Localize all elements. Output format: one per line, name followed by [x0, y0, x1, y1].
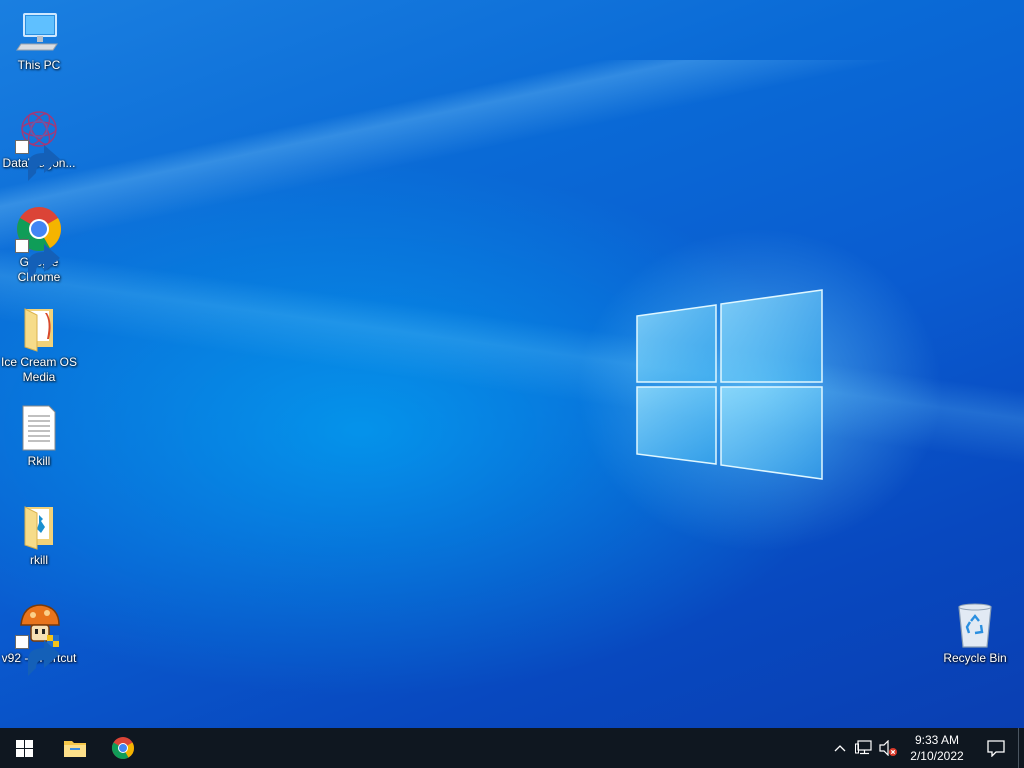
folder-icon	[15, 503, 63, 551]
light-beam	[0, 250, 1024, 670]
mushroom-icon	[15, 601, 63, 676]
clock-time: 9:33 AM	[914, 733, 960, 747]
system-tray: 9:33 AM 2/10/2022	[828, 728, 1024, 768]
volume-button[interactable]	[876, 728, 900, 768]
folder-icon	[15, 305, 63, 353]
desktop-icon-label: Rkill	[27, 454, 51, 468]
desktop-icon-label: This PC	[17, 58, 61, 72]
datawagon-icon	[15, 106, 63, 181]
shortcut-arrow-icon	[15, 635, 60, 676]
chrome-icon	[112, 737, 134, 759]
network-icon	[855, 740, 872, 755]
windows-start-icon	[15, 739, 33, 757]
shortcut-arrow-icon	[15, 239, 60, 280]
show-hidden-icons-button[interactable]	[828, 728, 852, 768]
show-desktop-button[interactable]	[1018, 728, 1024, 768]
recycle-bin-icon	[951, 601, 999, 649]
desktop-icon-recycle-bin[interactable]: Recycle Bin	[936, 601, 1014, 666]
network-button[interactable]	[852, 728, 876, 768]
desktop-icon-rkill-document[interactable]: Rkill	[0, 404, 78, 469]
desktop-icon-this-pc[interactable]: This PC	[0, 8, 78, 73]
desktop-icon-datawagon[interactable]: DataWagon...	[0, 106, 78, 181]
light-beam	[0, 60, 1024, 480]
shortcut-arrow-icon	[15, 140, 60, 181]
system-clock[interactable]: 9:33 AM 2/10/2022	[904, 732, 970, 764]
desktop-icon-label: Recycle Bin	[943, 651, 1007, 665]
text-document-icon	[15, 404, 63, 452]
this-pc-icon	[15, 8, 63, 56]
notification-icon	[987, 739, 1005, 757]
action-center-button[interactable]	[974, 728, 1018, 768]
clock-date: 2/10/2022	[910, 749, 964, 763]
desktop-background[interactable]: This PC DataWagon...	[0, 0, 1024, 728]
chevron-up-icon	[834, 745, 846, 752]
windows-logo-wallpaper	[636, 289, 823, 480]
chrome-icon	[15, 205, 63, 280]
taskbar-file-explorer-button[interactable]	[51, 728, 99, 768]
desktop-icon-google-chrome[interactable]: Google Chrome	[0, 205, 78, 285]
desktop-icon-rkill-folder[interactable]: rkill	[0, 503, 78, 568]
desktop-icon-v92-shortcut[interactable]: v92 - Shortcut	[0, 601, 78, 676]
file-explorer-icon	[64, 741, 86, 757]
taskbar-chrome-button[interactable]	[99, 728, 147, 768]
desktop-icon-label: rkill	[30, 553, 48, 567]
desktop-icon-ice-cream-os-media[interactable]: Ice Cream OS Media	[0, 305, 78, 385]
start-button[interactable]	[0, 728, 48, 768]
desktop-icon-label: Ice Cream OS Media	[0, 355, 78, 384]
volume-muted-icon	[879, 740, 897, 756]
taskbar: 9:33 AM 2/10/2022	[0, 728, 1024, 768]
